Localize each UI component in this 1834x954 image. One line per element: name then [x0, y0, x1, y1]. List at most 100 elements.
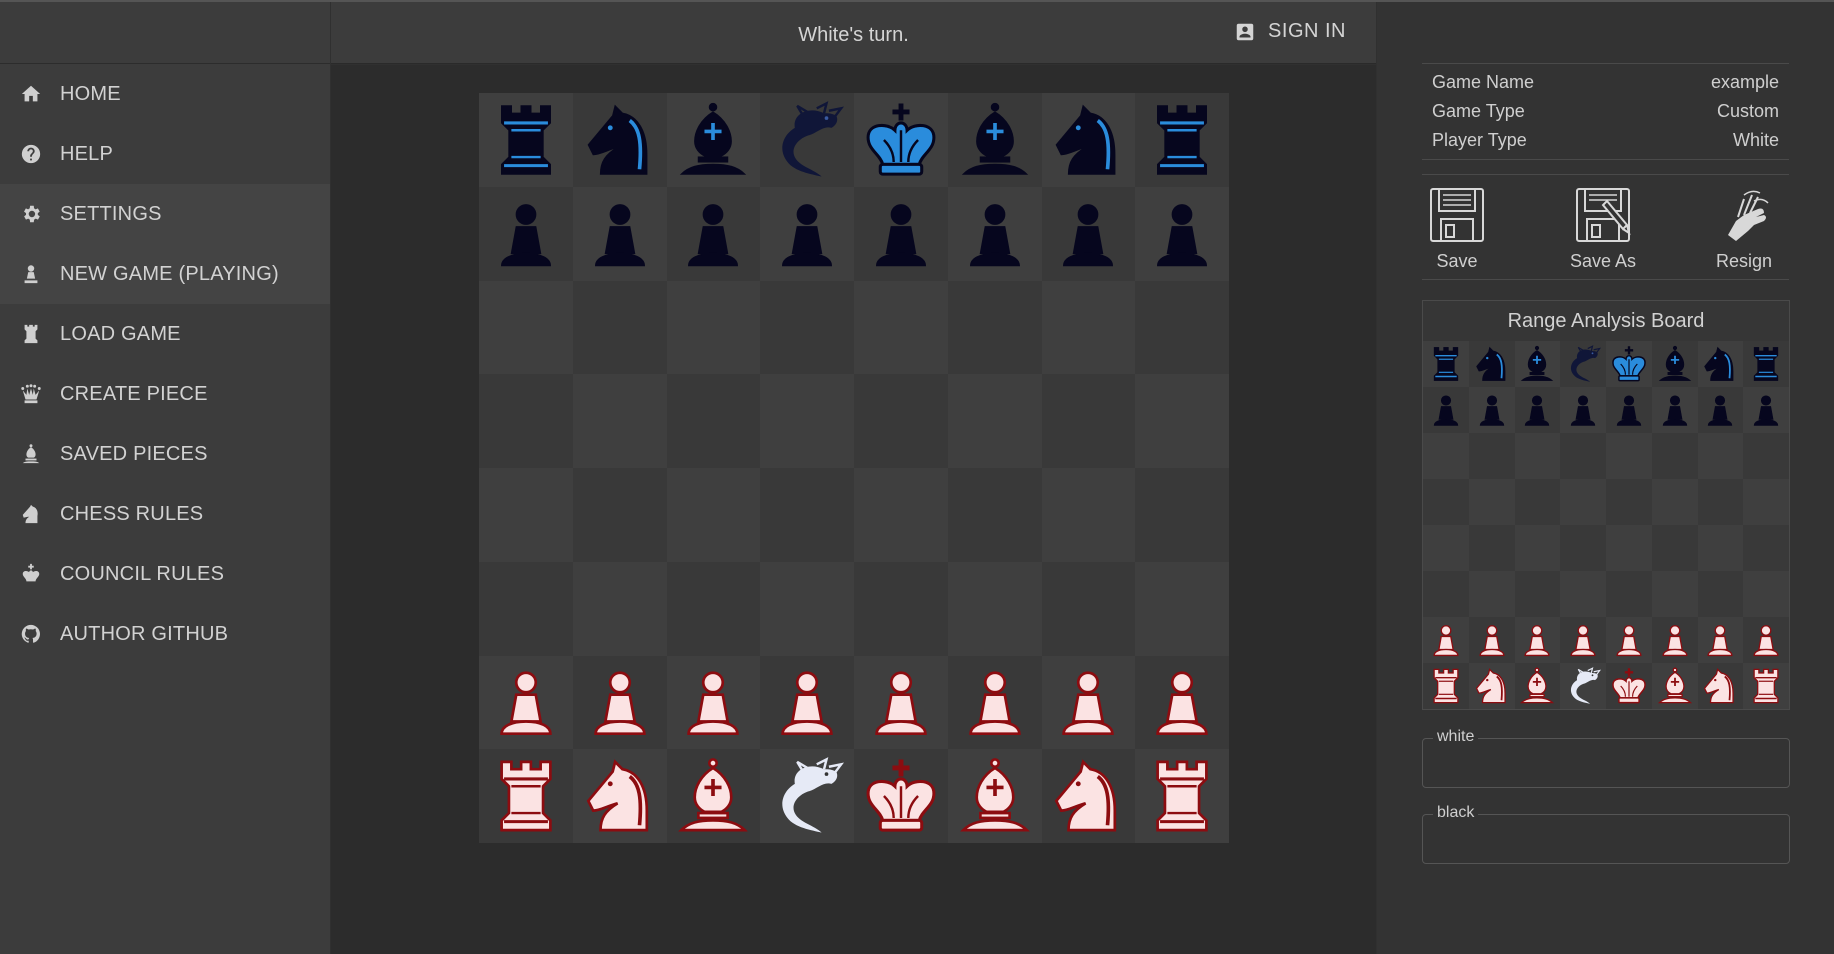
board-square[interactable] — [854, 468, 948, 562]
range-board-square[interactable] — [1606, 433, 1652, 479]
range-board-square[interactable] — [1743, 617, 1789, 663]
range-board-square[interactable] — [1743, 433, 1789, 479]
range-board-square[interactable] — [1697, 617, 1744, 663]
board-square[interactable] — [854, 186, 948, 281]
board-square[interactable] — [572, 655, 667, 750]
range-board-square[interactable] — [1651, 341, 1698, 387]
range-board-square[interactable] — [1468, 617, 1515, 663]
range-board-square[interactable] — [1423, 571, 1469, 617]
board-square[interactable] — [666, 280, 761, 375]
board-square[interactable] — [1135, 655, 1229, 750]
board-square[interactable] — [479, 186, 573, 281]
range-board-square[interactable] — [1560, 341, 1606, 387]
board-square[interactable] — [572, 561, 667, 656]
range-board-square[interactable] — [1651, 525, 1698, 571]
range-board-square[interactable] — [1651, 433, 1698, 479]
board-square[interactable] — [666, 655, 761, 750]
board-square[interactable] — [1041, 468, 1136, 562]
range-board-square[interactable] — [1606, 387, 1652, 433]
range-board-square[interactable] — [1606, 341, 1652, 387]
resign-button[interactable]: Resign — [1714, 185, 1774, 272]
board-square[interactable] — [854, 655, 948, 750]
board-square[interactable] — [1135, 468, 1229, 562]
range-board-square[interactable] — [1606, 617, 1652, 663]
sidebar-item-saved-pieces[interactable]: SAVED PIECES — [0, 424, 330, 484]
board-square[interactable] — [1135, 749, 1229, 843]
white-field[interactable]: white — [1422, 728, 1790, 788]
range-board-square[interactable] — [1743, 571, 1789, 617]
range-board-square[interactable] — [1743, 341, 1789, 387]
save-as-button[interactable]: Save As — [1570, 185, 1636, 272]
range-board-square[interactable] — [1514, 433, 1561, 479]
range-board-square[interactable] — [1606, 479, 1652, 525]
white-knight-icon[interactable] — [581, 757, 659, 835]
range-board-square[interactable] — [1606, 663, 1652, 709]
board-square[interactable] — [760, 749, 854, 843]
white-pawn-icon[interactable] — [487, 663, 565, 741]
white-rook-icon[interactable] — [1143, 757, 1221, 835]
black-pawn-icon[interactable] — [768, 195, 846, 273]
white-pawn-icon[interactable] — [1049, 663, 1127, 741]
board-square[interactable] — [760, 93, 854, 187]
range-board-square[interactable] — [1560, 525, 1606, 571]
range-board-square[interactable] — [1651, 479, 1698, 525]
range-board-square[interactable] — [1651, 571, 1698, 617]
board-square[interactable] — [1041, 561, 1136, 656]
black-pawn-icon[interactable] — [487, 195, 565, 273]
black-pawn-icon[interactable] — [1049, 195, 1127, 273]
range-board-square[interactable] — [1423, 387, 1469, 433]
sidebar-item-chess-rules[interactable]: CHESS RULES — [0, 484, 330, 544]
range-board-square[interactable] — [1697, 341, 1744, 387]
range-board-square[interactable] — [1560, 387, 1606, 433]
sign-in-button[interactable]: SIGN IN — [1234, 20, 1346, 43]
board-square[interactable] — [947, 374, 1042, 468]
range-board-square[interactable] — [1423, 341, 1469, 387]
range-board-square[interactable] — [1743, 387, 1789, 433]
sidebar-item-new-game-playing[interactable]: NEW GAME (PLAYING) — [0, 244, 330, 304]
range-board-square[interactable] — [1514, 525, 1561, 571]
board-square[interactable] — [1041, 280, 1136, 375]
sidebar-item-author-github[interactable]: AUTHOR GITHUB — [0, 604, 330, 664]
board-square[interactable] — [760, 561, 854, 656]
black-knight-icon[interactable] — [1049, 101, 1127, 179]
black-field[interactable]: black — [1422, 804, 1790, 864]
range-board-square[interactable] — [1651, 663, 1698, 709]
board-square[interactable] — [1135, 186, 1229, 281]
sidebar-item-create-piece[interactable]: CREATE PIECE — [0, 364, 330, 424]
range-board-square[interactable] — [1468, 663, 1515, 709]
white-pawn-icon[interactable] — [1143, 663, 1221, 741]
range-board-square[interactable] — [1697, 387, 1744, 433]
range-board-square[interactable] — [1468, 479, 1515, 525]
board-square[interactable] — [1041, 655, 1136, 750]
board-square[interactable] — [1135, 561, 1229, 656]
board-square[interactable] — [1135, 374, 1229, 468]
range-board-square[interactable] — [1514, 571, 1561, 617]
range-board-square[interactable] — [1423, 479, 1469, 525]
range-board-square[interactable] — [1514, 479, 1561, 525]
range-board-square[interactable] — [1743, 479, 1789, 525]
range-board-square[interactable] — [1651, 617, 1698, 663]
range-board-square[interactable] — [1468, 341, 1515, 387]
board-square[interactable] — [666, 749, 761, 843]
board-square[interactable] — [666, 374, 761, 468]
board-square[interactable] — [572, 749, 667, 843]
board-square[interactable] — [572, 468, 667, 562]
white-knight-icon[interactable] — [1049, 757, 1127, 835]
range-board-square[interactable] — [1468, 433, 1515, 479]
board-square[interactable] — [760, 468, 854, 562]
board-square[interactable] — [479, 468, 573, 562]
sidebar-item-home[interactable]: HOME — [0, 64, 330, 124]
range-board-square[interactable] — [1423, 663, 1469, 709]
range-board-square[interactable] — [1560, 433, 1606, 479]
range-board-square[interactable] — [1514, 617, 1561, 663]
board-square[interactable] — [572, 186, 667, 281]
board-square[interactable] — [947, 93, 1042, 187]
black-bishop-icon[interactable] — [674, 101, 752, 179]
range-board-square[interactable] — [1514, 341, 1561, 387]
board-square[interactable] — [760, 186, 854, 281]
board-square[interactable] — [1041, 374, 1136, 468]
range-board-square[interactable] — [1560, 663, 1606, 709]
board-square[interactable] — [947, 280, 1042, 375]
range-board-square[interactable] — [1606, 571, 1652, 617]
white-bishop-icon[interactable] — [674, 757, 752, 835]
